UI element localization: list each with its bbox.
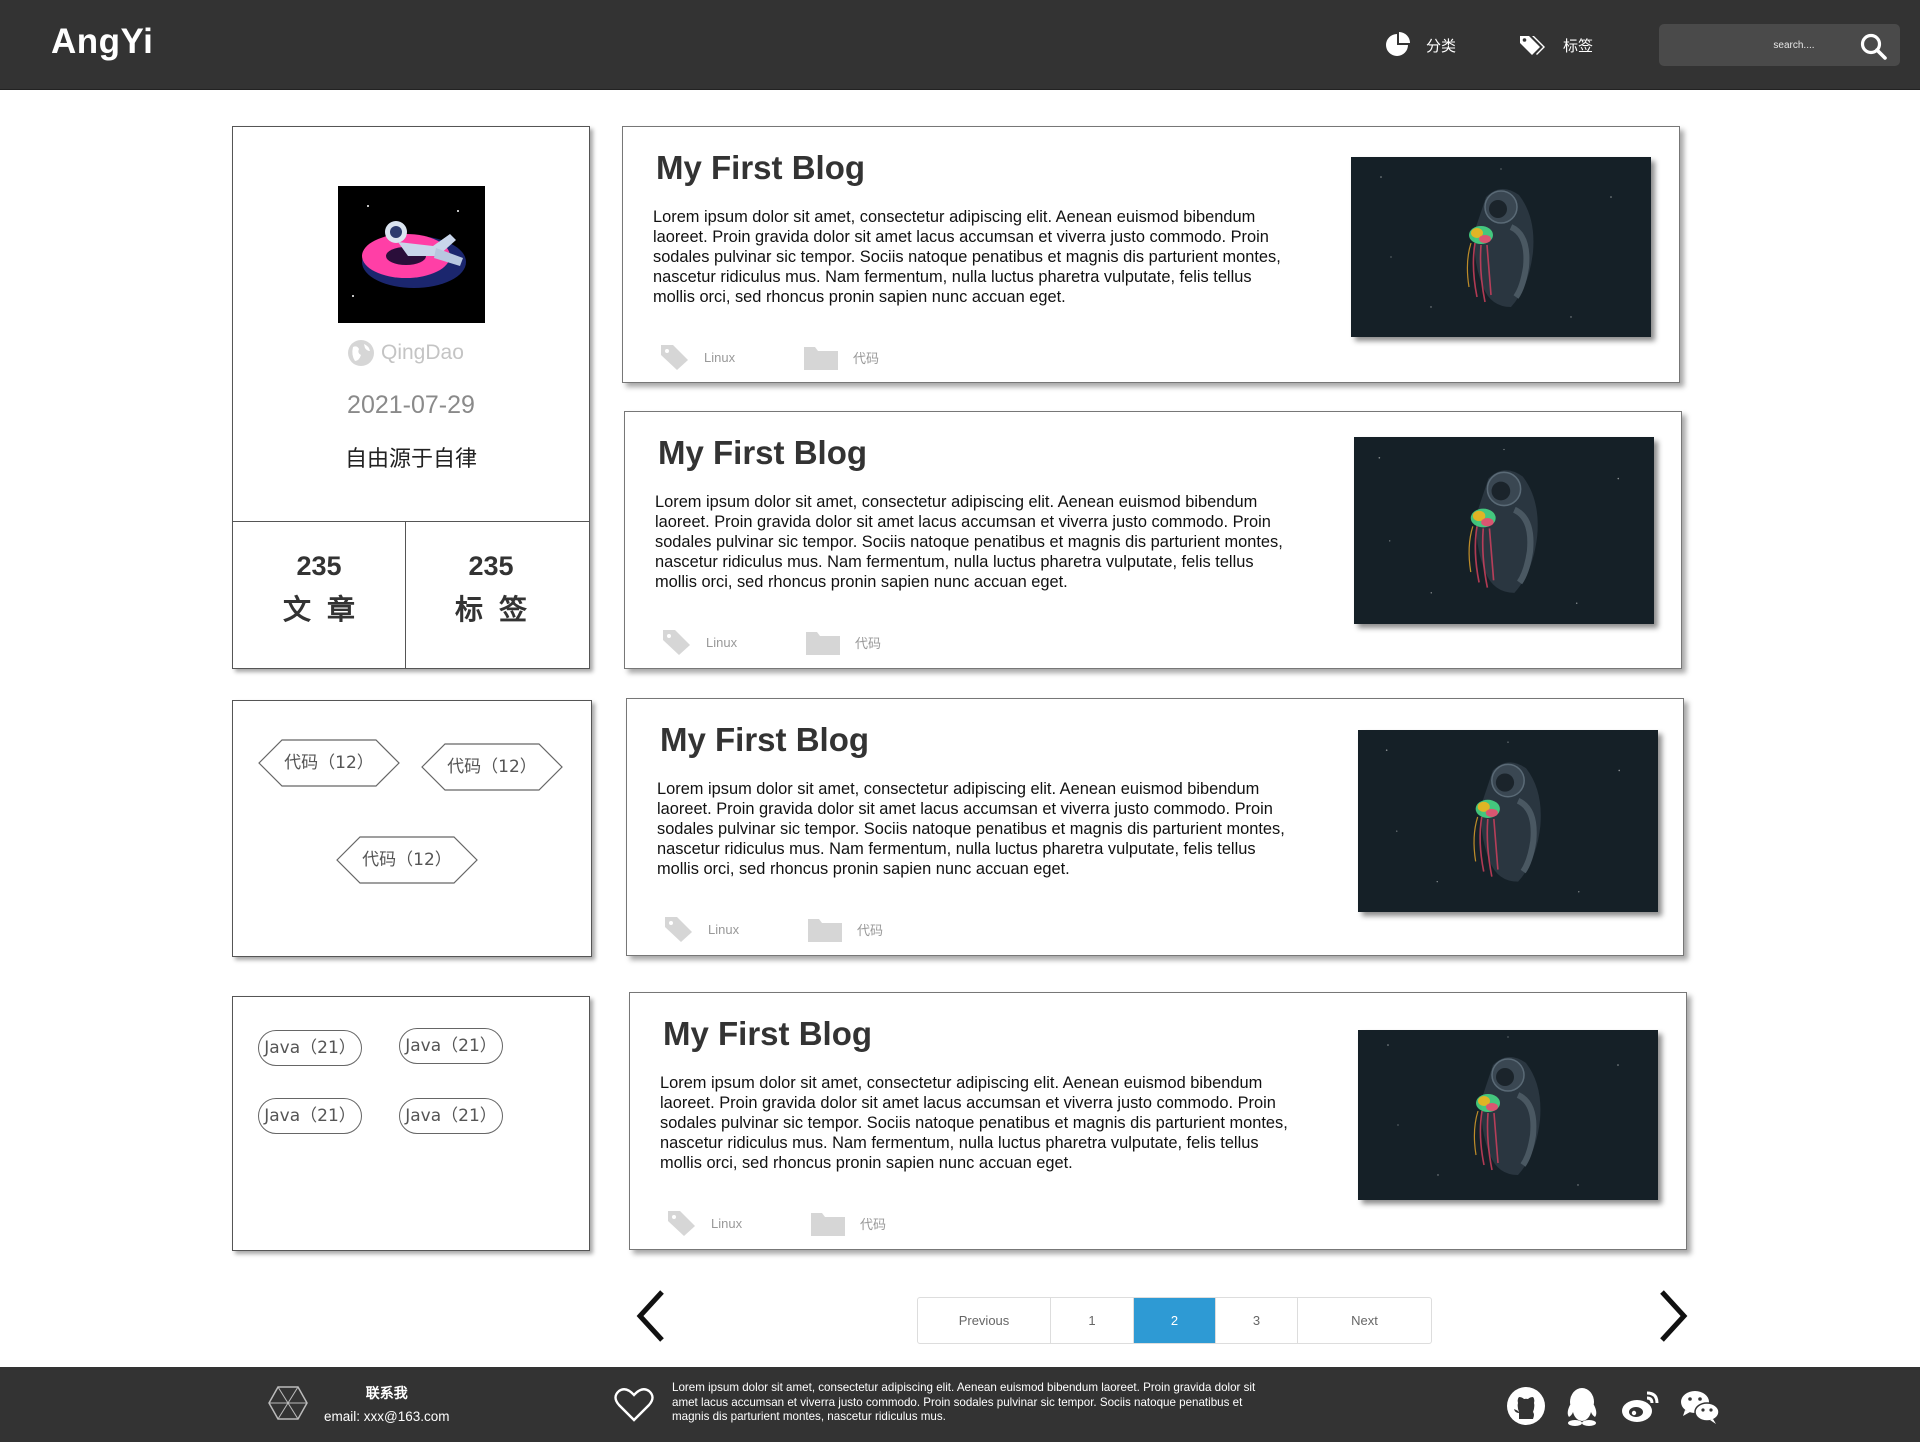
post-title[interactable]: My First Blog [658, 434, 867, 472]
folder-icon [808, 919, 842, 942]
location-label: QingDao [381, 341, 464, 364]
footer: 联系我 email: xxx@163.com Lorem ipsum dolor… [0, 1367, 1920, 1442]
post-category[interactable]: 代码 [803, 343, 879, 371]
post-tag[interactable]: Linux [660, 343, 735, 371]
post-card[interactable]: My First Blog Lorem ipsum dolor sit amet… [622, 126, 1680, 383]
post-excerpt: Lorem ipsum dolor sit amet, consectetur … [657, 780, 1285, 878]
pagination: Previous 1 2 3 Next [917, 1297, 1432, 1344]
post-category-label: 代码 [855, 635, 882, 651]
tag-icon [663, 630, 690, 655]
stat-articles[interactable]: 235 文章 [233, 551, 405, 628]
tag-cloud-item-label: 代码（12） [362, 850, 452, 870]
pagination-next[interactable]: Next [1298, 1298, 1431, 1343]
category-pill[interactable]: Java（21） [258, 1098, 362, 1134]
footer-contact: 联系我 email: xxx@163.com [324, 1383, 450, 1424]
nav-tags[interactable]: 标签 [1519, 30, 1593, 60]
tag-cloud-item-label: 代码（12） [284, 753, 374, 773]
weibo-icon[interactable] [1619, 1385, 1661, 1427]
nav-categories-label: 分类 [1426, 37, 1457, 55]
post-title[interactable]: My First Blog [656, 149, 865, 187]
category-card: Java（21） Java（21） Java（21） Java（21） [232, 996, 590, 1251]
post-tag[interactable]: Linux [664, 915, 739, 943]
site-brand[interactable]: AngYi [51, 22, 153, 62]
top-navbar: AngYi 分类 标签 [0, 0, 1920, 90]
stats-divider [233, 521, 589, 522]
stat-articles-label: 文章 [282, 593, 371, 626]
stat-articles-count: 235 [296, 551, 342, 581]
nav-categories[interactable]: 分类 [1384, 30, 1456, 60]
github-icon[interactable] [1505, 1385, 1547, 1427]
post-category[interactable]: 代码 [807, 915, 883, 943]
profile-date: 2021-07-29 [347, 391, 475, 419]
category-pill[interactable]: Java（21） [258, 1030, 362, 1066]
post-card[interactable]: My First Blog Lorem ipsum dolor sit amet… [624, 411, 1682, 669]
post-tag-label: Linux [711, 1215, 743, 1231]
profile-motto: 自由源于自律 [344, 447, 477, 472]
post-excerpt: Lorem ipsum dolor sit amet, consectetur … [653, 208, 1281, 306]
post-card[interactable]: My First Blog Lorem ipsum dolor sit amet… [626, 698, 1684, 956]
next-arrow-icon[interactable] [1652, 1286, 1692, 1346]
search-input[interactable] [1669, 32, 1849, 58]
post-title[interactable]: My First Blog [660, 721, 869, 759]
search-box [1659, 24, 1900, 66]
footer-email[interactable]: email: xxx@163.com [324, 1409, 450, 1424]
post-card[interactable]: My First Blog Lorem ipsum dolor sit amet… [629, 992, 1687, 1250]
pagination-page-1[interactable]: 1 [1051, 1298, 1134, 1343]
pagination-previous[interactable]: Previous [918, 1298, 1051, 1343]
post-thumbnail[interactable] [1354, 437, 1654, 624]
tag-icon [668, 1211, 695, 1236]
tag-cloud-item-label: 代码（12） [447, 757, 537, 777]
post-category[interactable]: 代码 [810, 1209, 886, 1237]
post-tag[interactable]: Linux [667, 1209, 742, 1237]
post-excerpt: Lorem ipsum dolor sit amet, consectetur … [660, 1074, 1288, 1172]
post-thumbnail[interactable] [1351, 157, 1651, 337]
avatar[interactable] [338, 186, 485, 323]
heart-icon [614, 1388, 654, 1422]
tag-cloud-item[interactable]: 代码（12） [421, 743, 563, 791]
stat-tags-count: 235 [468, 551, 514, 581]
post-thumbnail[interactable] [1358, 1030, 1658, 1200]
post-category-label: 代码 [860, 1216, 887, 1232]
post-tag-label: Linux [708, 921, 740, 937]
globe-icon [348, 340, 374, 366]
search-icon[interactable] [1859, 32, 1889, 60]
category-pill[interactable]: Java（21） [399, 1098, 503, 1134]
qq-icon[interactable] [1561, 1385, 1603, 1427]
tag-cloud-item[interactable]: 代码（12） [336, 836, 478, 884]
folder-icon [806, 632, 840, 655]
folder-icon [811, 1213, 845, 1236]
footer-text: Lorem ipsum dolor sit amet, consectetur … [672, 1381, 1256, 1424]
footer-contact-title: 联系我 [365, 1386, 408, 1402]
post-tag-label: Linux [704, 349, 736, 365]
post-title[interactable]: My First Blog [663, 1015, 872, 1053]
post-excerpt: Lorem ipsum dolor sit amet, consectetur … [655, 493, 1283, 591]
hexagon-logo-icon [268, 1386, 308, 1420]
tag-icon [665, 917, 692, 942]
stat-tags-label: 标签 [454, 593, 543, 626]
post-tag-label: Linux [706, 634, 738, 650]
stat-tags[interactable]: 235 标签 [405, 551, 577, 628]
post-category[interactable]: 代码 [805, 628, 881, 656]
prev-arrow-icon[interactable] [632, 1286, 672, 1346]
profile-card: QingDao 2021-07-29 自由源于自律 235 文章 235 标签 [232, 126, 590, 669]
tags-icon [1520, 36, 1545, 55]
post-category-label: 代码 [857, 922, 884, 938]
post-category-label: 代码 [853, 350, 880, 366]
folder-icon [804, 347, 838, 370]
tag-icon [661, 345, 688, 370]
nav-tags-label: 标签 [1563, 37, 1594, 55]
tag-cloud-card: 代码（12） 代码（12） 代码（12） [232, 700, 592, 957]
location: QingDao [347, 339, 464, 367]
pagination-page-2[interactable]: 2 [1134, 1298, 1216, 1343]
category-pill[interactable]: Java（21） [399, 1028, 503, 1064]
pie-chart-icon [1386, 32, 1410, 56]
post-thumbnail[interactable] [1358, 730, 1658, 912]
pagination-page-3[interactable]: 3 [1216, 1298, 1298, 1343]
tag-cloud-item[interactable]: 代码（12） [258, 739, 400, 787]
post-tag[interactable]: Linux [662, 628, 737, 656]
wechat-icon[interactable] [1679, 1385, 1721, 1427]
